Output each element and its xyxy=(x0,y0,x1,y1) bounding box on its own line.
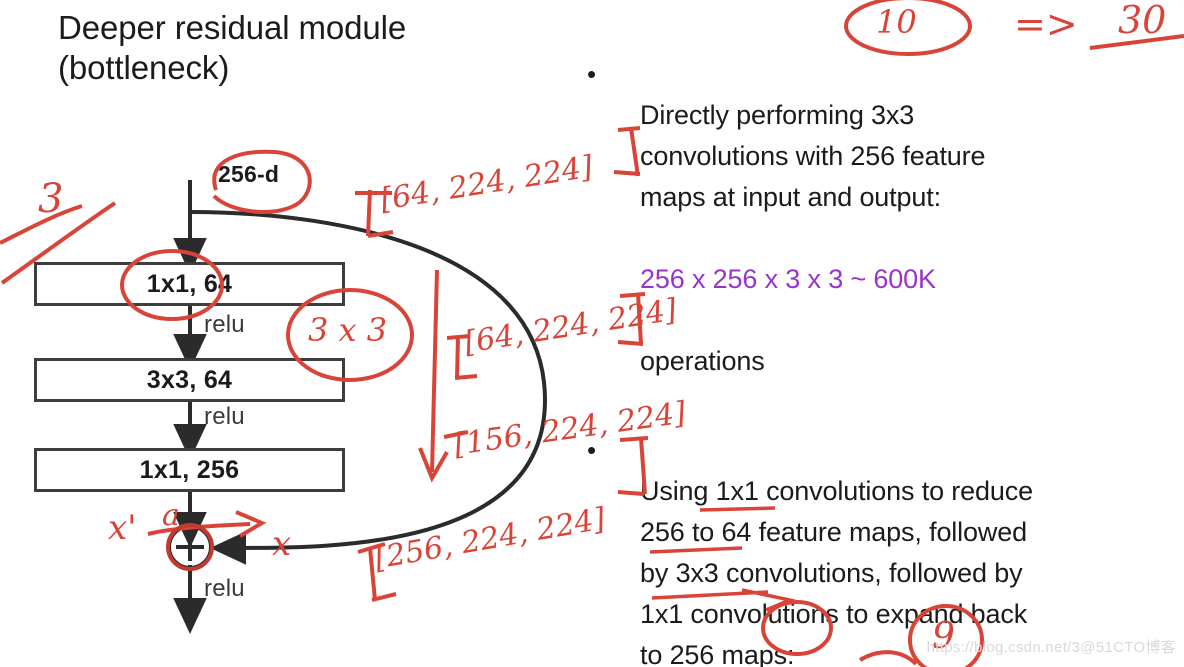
ink-ellipse-10 xyxy=(844,0,972,56)
bullet-item-1-tail: operations xyxy=(640,346,765,376)
bullet-marker-icon: • xyxy=(587,435,597,465)
bullet-marker-icon: • xyxy=(587,59,597,89)
relu-label-2: relu xyxy=(204,403,245,430)
page-title: Deeper residual module (bottleneck) xyxy=(58,9,407,87)
conv-block-2-label: 3x3, 64 xyxy=(146,365,233,394)
bullet-item-1: • Directly performing 3x3 convolutions w… xyxy=(578,54,1178,423)
conv-block-1-label: 1x1, 64 xyxy=(146,269,233,298)
watermark: https://blog.csdn.net/3@51CTO博客 xyxy=(926,639,1176,656)
bullet-item-2-body: Using 1x1 convolutions to reduce 256 to … xyxy=(640,430,1178,667)
diagram-input-label: 256-d xyxy=(218,161,280,187)
bullet-item-1-body: Directly performing 3x3 convolutions wit… xyxy=(640,54,1178,423)
relu-label-1: relu xyxy=(204,311,245,338)
bullet-list: • Directly performing 3x3 convolutions w… xyxy=(578,54,1178,667)
bullet-item-2: • Using 1x1 convolutions to reduce 256 t… xyxy=(578,430,1178,667)
bullet-item-1-calc: 256 x 256 x 3 x 3 ~ 600K xyxy=(640,264,936,294)
conv-block-1: 1x1, 64 xyxy=(34,262,345,306)
slide-canvas: Deeper residual module (bottleneck) 256-… xyxy=(0,0,1184,667)
conv-block-3: 1x1, 256 xyxy=(34,448,345,492)
ink-annotation-implies: => xyxy=(1014,2,1078,46)
ink-annotation-10: 10 xyxy=(876,3,917,41)
relu-label-3: relu xyxy=(204,575,245,602)
conv-block-2: 3x3, 64 xyxy=(34,358,345,402)
residual-bottleneck-diagram: 256-d 1x1, 64 3x3, 64 1x1, 256 relu relu… xyxy=(0,150,580,650)
ink-annotation-30: 30 xyxy=(1118,0,1167,42)
ink-underline-30 xyxy=(1089,34,1184,50)
bullet-item-1-text: Directly performing 3x3 convolutions wit… xyxy=(640,100,986,212)
conv-block-3-label: 1x1, 256 xyxy=(139,455,240,484)
